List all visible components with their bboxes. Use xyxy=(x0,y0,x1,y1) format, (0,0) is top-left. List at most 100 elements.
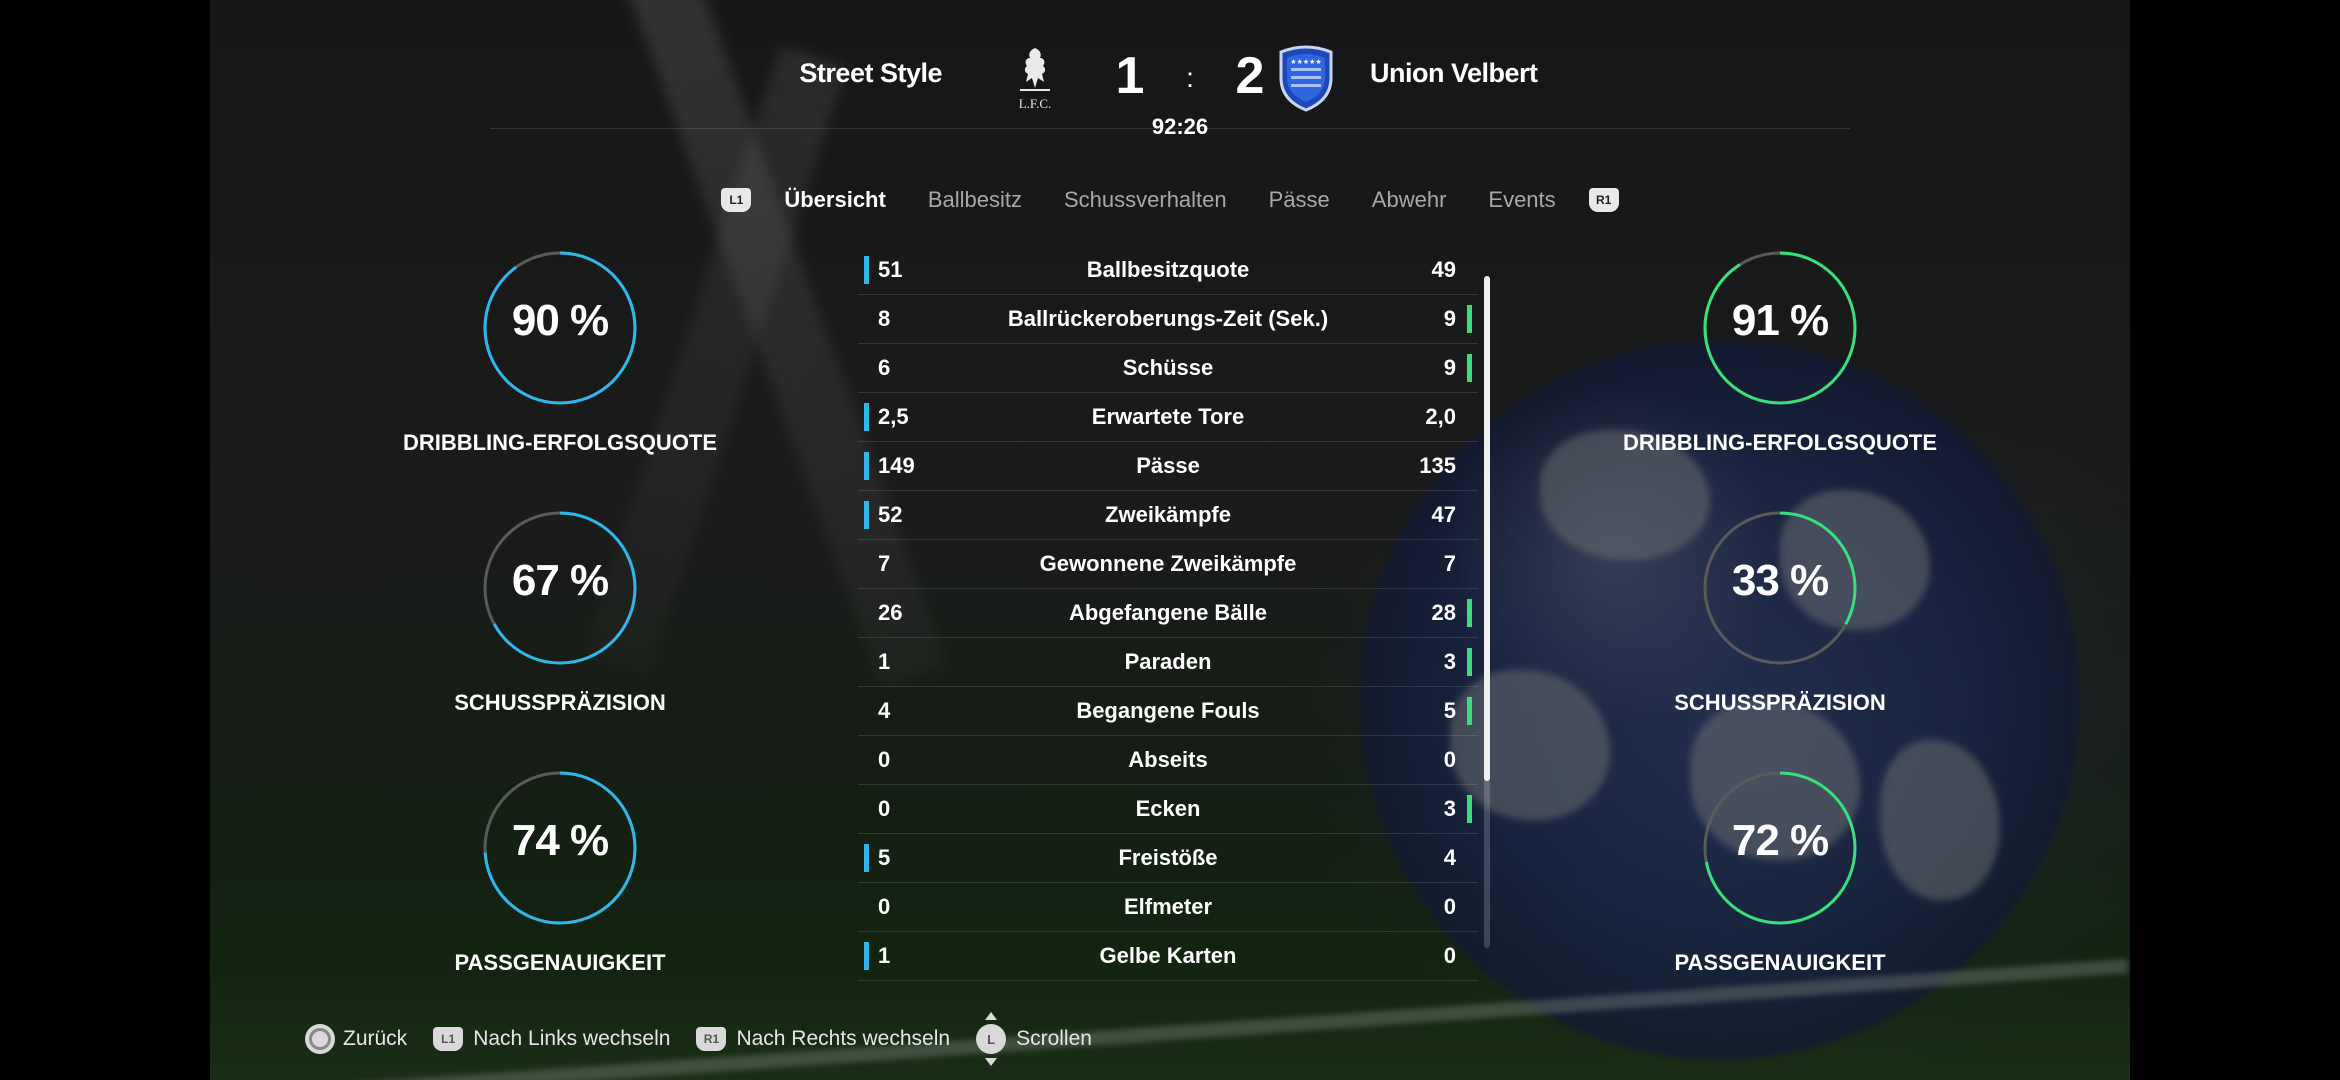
back-hint[interactable]: Zurück xyxy=(305,1024,407,1054)
away-stat-value: 4 xyxy=(1443,845,1456,870)
home-stat-value: 1 xyxy=(878,649,891,674)
away-stat-value: 28 xyxy=(1431,600,1456,625)
home-stat-value: 149 xyxy=(878,453,915,478)
stat-row: Ballrückeroberungs-Zeit (Sek.) 8 9 xyxy=(858,295,1478,344)
ring-value: 91 % xyxy=(1731,296,1829,345)
tab-abwehr[interactable]: Abwehr xyxy=(1351,187,1468,213)
stat-label: Erwartete Tore xyxy=(1091,404,1245,429)
away-stat-value: 0 xyxy=(1443,894,1456,919)
header-divider xyxy=(490,128,1850,129)
away-stat-value: 0 xyxy=(1443,943,1456,968)
ring-label: DRIBBLING-ERFOLGSQUOTE xyxy=(1622,430,1938,455)
ring-value: 33 % xyxy=(1731,556,1829,605)
ring-label: PASSGENAUIGKEIT xyxy=(454,950,666,975)
home-stat-value: 8 xyxy=(878,306,891,331)
stat-row: Schüsse 6 9 xyxy=(858,344,1478,393)
switch-right-label: Nach Rechts wechseln xyxy=(736,1027,951,1050)
stats-table[interactable]: Ballbesitzquote 51 49 Ballrückeroberungs-Ze… xyxy=(858,246,1478,981)
away-stat-value: 3 xyxy=(1443,796,1456,821)
home-stat-value: 51 xyxy=(878,257,903,282)
away-stat-value: 2,0 xyxy=(1425,404,1456,429)
scroll-hint[interactable]: L Scrollen xyxy=(976,1012,1092,1066)
stat-label: Ecken xyxy=(1135,796,1201,821)
switch-left-hint[interactable]: L1 Nach Links wechseln xyxy=(433,1027,670,1051)
away-stat-value: 135 xyxy=(1419,453,1456,478)
stat-row: Begangene Fouls 4 5 xyxy=(858,687,1478,736)
away-stat-value: 7 xyxy=(1443,551,1456,576)
scoreboard-header: Street Style L.F.C. 1 : 2 ★★★★★ Union Ve… xyxy=(210,0,2130,139)
home-stat-value: 1 xyxy=(878,943,891,968)
away-stat-value: 49 xyxy=(1431,257,1456,282)
stat-label: Ballbesitzquote xyxy=(1086,257,1250,282)
stat-label: Paraden xyxy=(1124,649,1212,674)
ring-value: 74 % xyxy=(511,816,609,865)
stat-row: Gewonnene Zweikämpfe 7 7 xyxy=(858,540,1478,589)
home-stat-value: 26 xyxy=(878,600,903,625)
stats-scrollbar[interactable] xyxy=(1484,276,1490,948)
home-ring-pass-accuracy: 74 % PASSGENAUIGKEIT xyxy=(400,768,720,976)
home-crest-text: L.F.C. xyxy=(1019,96,1052,111)
stat-label: Ballrückeroberungs-Zeit (Sek.) xyxy=(1007,306,1329,331)
tab-paesse[interactable]: Pässe xyxy=(1248,187,1351,213)
home-stat-value: 0 xyxy=(878,747,891,772)
away-team-name: Union Velbert xyxy=(1370,58,1538,88)
l1-button-icon[interactable]: L1 xyxy=(721,188,752,212)
home-ring-shot-accuracy: 67 % SCHUSSPRÄZISION xyxy=(400,508,720,716)
scroll-label: Scrollen xyxy=(1016,1027,1092,1050)
stat-label: Schüsse xyxy=(1122,355,1214,380)
home-stat-value: 0 xyxy=(878,796,891,821)
score-separator: : xyxy=(1186,62,1194,93)
stat-row: Pässe 149 135 xyxy=(858,442,1478,491)
away-stat-value: 47 xyxy=(1431,502,1456,527)
home-stat-value: 5 xyxy=(878,845,891,870)
back-label: Zurück xyxy=(343,1027,408,1050)
away-ring-shot-accuracy: 33 % SCHUSSPRÄZISION xyxy=(1620,508,1940,716)
away-ring-dribbling: 91 % DRIBBLING-ERFOLGSQUOTE xyxy=(1620,248,1940,456)
home-stat-value: 7 xyxy=(878,551,891,576)
circle-button-icon xyxy=(305,1024,335,1054)
stat-label: Abgefangene Bälle xyxy=(1068,600,1268,625)
ring-label: DRIBBLING-ERFOLGSQUOTE xyxy=(402,430,718,455)
home-crest-icon: L.F.C. xyxy=(1019,48,1052,111)
stat-label: Gewonnene Zweikämpfe xyxy=(1039,551,1297,576)
stat-row: Gelbe Karten 1 0 xyxy=(858,932,1478,981)
r1-button-icon[interactable]: R1 xyxy=(1588,188,1619,212)
home-ring-dribbling: 90 % DRIBBLING-ERFOLGSQUOTE xyxy=(400,248,720,456)
home-stat-value: 52 xyxy=(878,502,903,527)
stat-row: Zweikämpfe 52 47 xyxy=(858,491,1478,540)
tab-events[interactable]: Events xyxy=(1467,187,1576,213)
away-stat-value: 9 xyxy=(1443,306,1456,331)
home-stat-value: 6 xyxy=(878,355,891,380)
scrollbar-thumb[interactable] xyxy=(1484,276,1490,781)
away-stat-value: 9 xyxy=(1443,355,1456,380)
stat-label: Pässe xyxy=(1136,453,1200,478)
stat-row: Freistöße 5 4 xyxy=(858,834,1478,883)
svg-text:★★★★★: ★★★★★ xyxy=(1290,58,1321,66)
tab-uebersicht[interactable]: Übersicht xyxy=(763,187,906,213)
stat-label: Abseits xyxy=(1128,747,1208,772)
tab-ballbesitz[interactable]: Ballbesitz xyxy=(907,187,1043,213)
away-crest-icon: ★★★★★ xyxy=(1279,45,1333,112)
stat-row: Paraden 1 3 xyxy=(858,638,1478,687)
stat-row: Erwartete Tore 2,5 2,0 xyxy=(858,393,1478,442)
switch-left-label: Nach Links wechseln xyxy=(473,1027,671,1050)
button-hints: Zurück L1 Nach Links wechseln R1 Nach Re… xyxy=(305,1012,1118,1066)
home-stat-value: 4 xyxy=(878,698,891,723)
away-ring-pass-accuracy: 72 % PASSGENAUIGKEIT xyxy=(1620,768,1940,976)
stat-row: Abgefangene Bälle 26 28 xyxy=(858,589,1478,638)
away-stat-value: 0 xyxy=(1443,747,1456,772)
ring-value: 72 % xyxy=(1731,816,1829,865)
match-stats-screen: Street Style L.F.C. 1 : 2 ★★★★★ Union Ve… xyxy=(210,0,2130,1080)
home-score: 1 xyxy=(1115,47,1145,105)
switch-right-hint[interactable]: R1 Nach Rechts wechseln xyxy=(696,1027,950,1051)
away-stat-value: 5 xyxy=(1443,698,1456,723)
ring-value: 90 % xyxy=(511,296,609,345)
home-stat-value: 0 xyxy=(878,894,891,919)
away-stat-value: 3 xyxy=(1443,649,1456,674)
match-clock: 92:26 xyxy=(1151,114,1209,139)
tab-schussverhalten[interactable]: Schussverhalten xyxy=(1043,187,1248,213)
stat-row: Ballbesitzquote 51 49 xyxy=(858,246,1478,295)
stat-label: Gelbe Karten xyxy=(1099,943,1237,968)
l1-button-icon: L1 xyxy=(433,1027,464,1051)
ring-label: SCHUSSPRÄZISION xyxy=(1674,690,1886,715)
